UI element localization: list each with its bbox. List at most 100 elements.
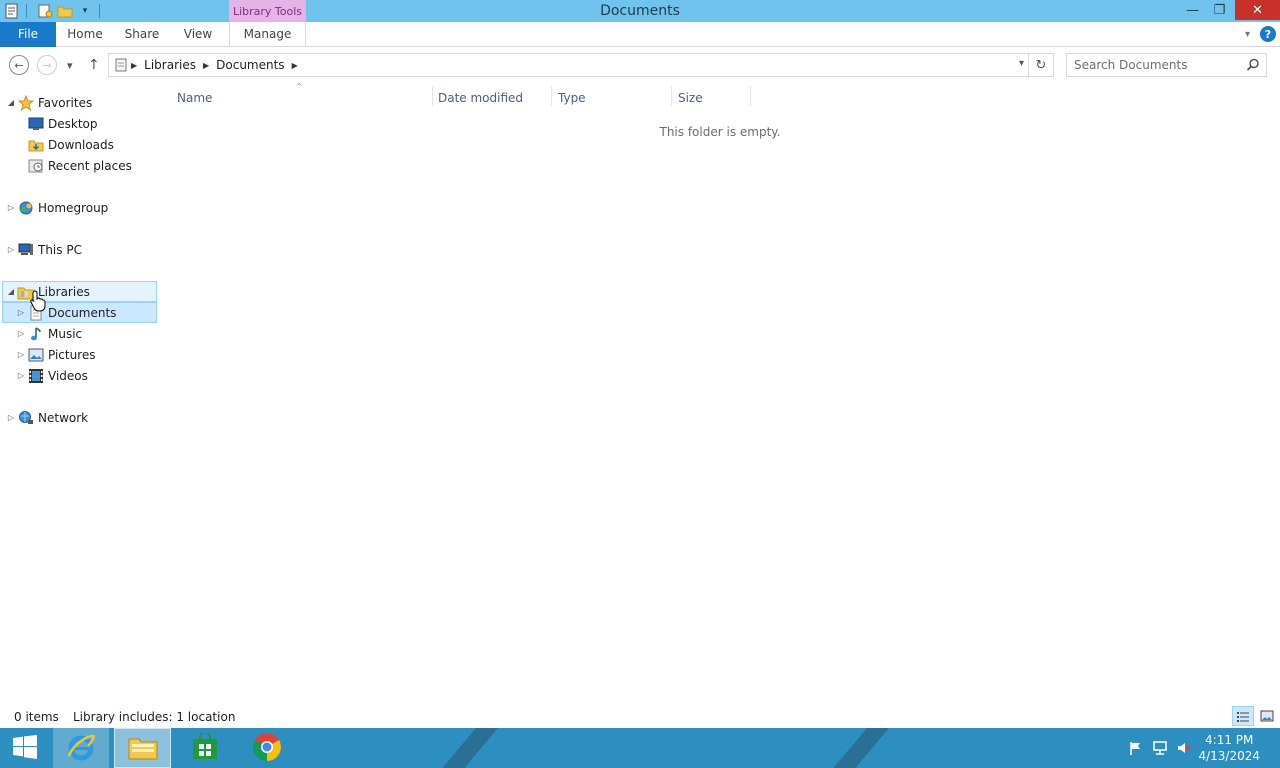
- window-title: Documents: [600, 3, 680, 19]
- expand-arrow-icon[interactable]: ▷: [6, 413, 16, 422]
- expand-arrow-icon[interactable]: ▷: [6, 245, 16, 254]
- expand-arrow-icon[interactable]: ▷: [6, 203, 16, 212]
- computer-icon: [17, 242, 35, 258]
- search-icon[interactable]: [1246, 58, 1260, 75]
- new-folder-icon[interactable]: [57, 3, 73, 19]
- restore-button[interactable]: ❐: [1206, 0, 1233, 20]
- tab-manage[interactable]: Manage: [229, 22, 306, 47]
- navigation-pane: ◢ Favorites Desktop Downloads Recent pla…: [0, 88, 158, 708]
- forward-button[interactable]: →: [37, 55, 57, 75]
- ribbon-tabs: File Home Share View Manage ▾ ?: [0, 22, 1280, 47]
- homegroup-icon: [17, 200, 35, 216]
- expand-ribbon-icon[interactable]: ▾: [1245, 29, 1250, 40]
- large-icons-view-button[interactable]: [1256, 706, 1278, 726]
- title-bar: ▾ Library Tools Documents — ❐ ✕: [0, 0, 1280, 22]
- taskbar-file-explorer[interactable]: [114, 728, 171, 768]
- qat-separator: [99, 4, 100, 18]
- customize-qat-icon[interactable]: ▾: [77, 3, 93, 19]
- library-tools-context-tab: Library Tools: [229, 0, 306, 22]
- expand-arrow-icon[interactable]: ▷: [16, 329, 26, 338]
- nav-pictures-label: Pictures: [48, 347, 96, 362]
- collapse-arrow-icon[interactable]: ◢: [6, 287, 16, 296]
- nav-libraries[interactable]: ◢ Libraries: [2, 281, 157, 302]
- expand-arrow-icon[interactable]: ▷: [16, 308, 26, 317]
- up-button[interactable]: ↑: [88, 55, 100, 75]
- nav-this-pc-label: This PC: [38, 242, 82, 257]
- nav-downloads-label: Downloads: [48, 137, 114, 152]
- nav-libraries-documents[interactable]: ▷ Documents: [2, 302, 157, 323]
- music-icon: [27, 326, 45, 342]
- refresh-button[interactable]: ↻: [1029, 53, 1054, 77]
- expand-arrow-icon[interactable]: ▷: [16, 371, 26, 380]
- videos-icon: [27, 368, 45, 384]
- tab-share[interactable]: Share: [118, 22, 166, 47]
- breadcrumb-chevron-icon[interactable]: ▶: [203, 61, 209, 70]
- nav-favorites[interactable]: ◢ Favorites: [6, 92, 92, 113]
- recent-places-icon: [27, 158, 45, 174]
- nav-libraries-pictures[interactable]: ▷ Pictures: [16, 344, 96, 365]
- details-view-button[interactable]: [1232, 706, 1254, 726]
- properties-icon[interactable]: [4, 3, 20, 19]
- address-dropdown-icon[interactable]: ▾: [1019, 58, 1024, 69]
- breadcrumb-chevron-icon[interactable]: ▶: [131, 61, 137, 70]
- nav-this-pc[interactable]: ▷ This PC: [6, 239, 82, 260]
- nav-libraries-videos[interactable]: ▷ Videos: [16, 365, 88, 386]
- pictures-icon: [27, 347, 45, 363]
- column-header-size[interactable]: Size: [678, 90, 750, 110]
- column-separator[interactable]: [551, 86, 552, 106]
- nav-favorites-label: Favorites: [38, 95, 93, 110]
- column-header-date-modified[interactable]: Date modified: [438, 90, 550, 110]
- taskbar-chrome[interactable]: [239, 728, 295, 768]
- search-box[interactable]: [1066, 53, 1267, 77]
- close-button[interactable]: ✕: [1235, 0, 1280, 20]
- explorer-window: ▾ Library Tools Documents — ❐ ✕ File Hom…: [0, 0, 1280, 728]
- system-clock[interactable]: 4:11 PM 4/13/2024: [1198, 732, 1260, 764]
- taskbar-decoration: [816, 728, 898, 768]
- nav-favorites-recent-places[interactable]: Recent places: [16, 155, 132, 176]
- details-view-icon: [1236, 711, 1250, 726]
- back-button[interactable]: ←: [9, 55, 29, 75]
- new-item-icon[interactable]: [37, 3, 53, 19]
- column-header-name[interactable]: Name: [177, 90, 432, 110]
- column-separator[interactable]: [671, 86, 672, 106]
- start-button[interactable]: [0, 728, 50, 768]
- taskbar-store[interactable]: [177, 728, 233, 768]
- library-info: Library includes: 1 location: [73, 710, 236, 724]
- system-tray: [1128, 728, 1192, 768]
- nav-favorites-downloads[interactable]: Downloads: [16, 134, 114, 155]
- column-separator[interactable]: [432, 86, 433, 106]
- store-icon: [191, 730, 219, 764]
- column-header-type[interactable]: Type: [558, 90, 670, 110]
- nav-favorites-desktop[interactable]: Desktop: [16, 113, 98, 134]
- nav-homegroup-label: Homegroup: [38, 200, 109, 215]
- quick-access-toolbar: ▾: [0, 0, 106, 22]
- nav-network[interactable]: ▷ Network: [6, 407, 88, 428]
- nav-homegroup[interactable]: ▷ Homegroup: [6, 197, 108, 218]
- breadcrumb-documents[interactable]: Documents: [216, 58, 284, 72]
- network-status-icon[interactable]: [1152, 740, 1168, 756]
- nav-network-label: Network: [38, 410, 89, 425]
- minimize-button[interactable]: —: [1179, 0, 1206, 20]
- volume-muted-icon[interactable]: [1176, 740, 1192, 756]
- taskbar-internet-explorer[interactable]: [53, 728, 109, 768]
- tab-file[interactable]: File: [0, 22, 56, 47]
- action-center-flag-icon[interactable]: [1128, 740, 1144, 756]
- clock-time: 4:11 PM: [1205, 733, 1254, 747]
- collapse-arrow-icon[interactable]: ◢: [6, 98, 16, 107]
- nav-documents-label: Documents: [48, 305, 117, 320]
- help-icon[interactable]: ?: [1260, 26, 1276, 42]
- expand-arrow-icon[interactable]: ▷: [16, 350, 26, 359]
- clock-date: 4/13/2024: [1198, 749, 1260, 763]
- library-location-icon: [114, 58, 128, 72]
- search-input[interactable]: [1074, 58, 1239, 72]
- tab-view[interactable]: View: [174, 22, 222, 47]
- network-icon: [17, 410, 35, 426]
- column-separator[interactable]: [750, 86, 751, 106]
- breadcrumb-libraries[interactable]: Libraries: [144, 58, 196, 72]
- tab-home[interactable]: Home: [60, 22, 110, 47]
- breadcrumb-chevron-icon[interactable]: ▶: [292, 61, 298, 70]
- desktop-icon: [27, 116, 45, 132]
- address-bar[interactable]: ▶ Libraries ▶ Documents ▶ ▾: [108, 53, 1029, 77]
- recent-locations-button[interactable]: ▾: [67, 55, 73, 75]
- nav-libraries-music[interactable]: ▷ Music: [16, 323, 82, 344]
